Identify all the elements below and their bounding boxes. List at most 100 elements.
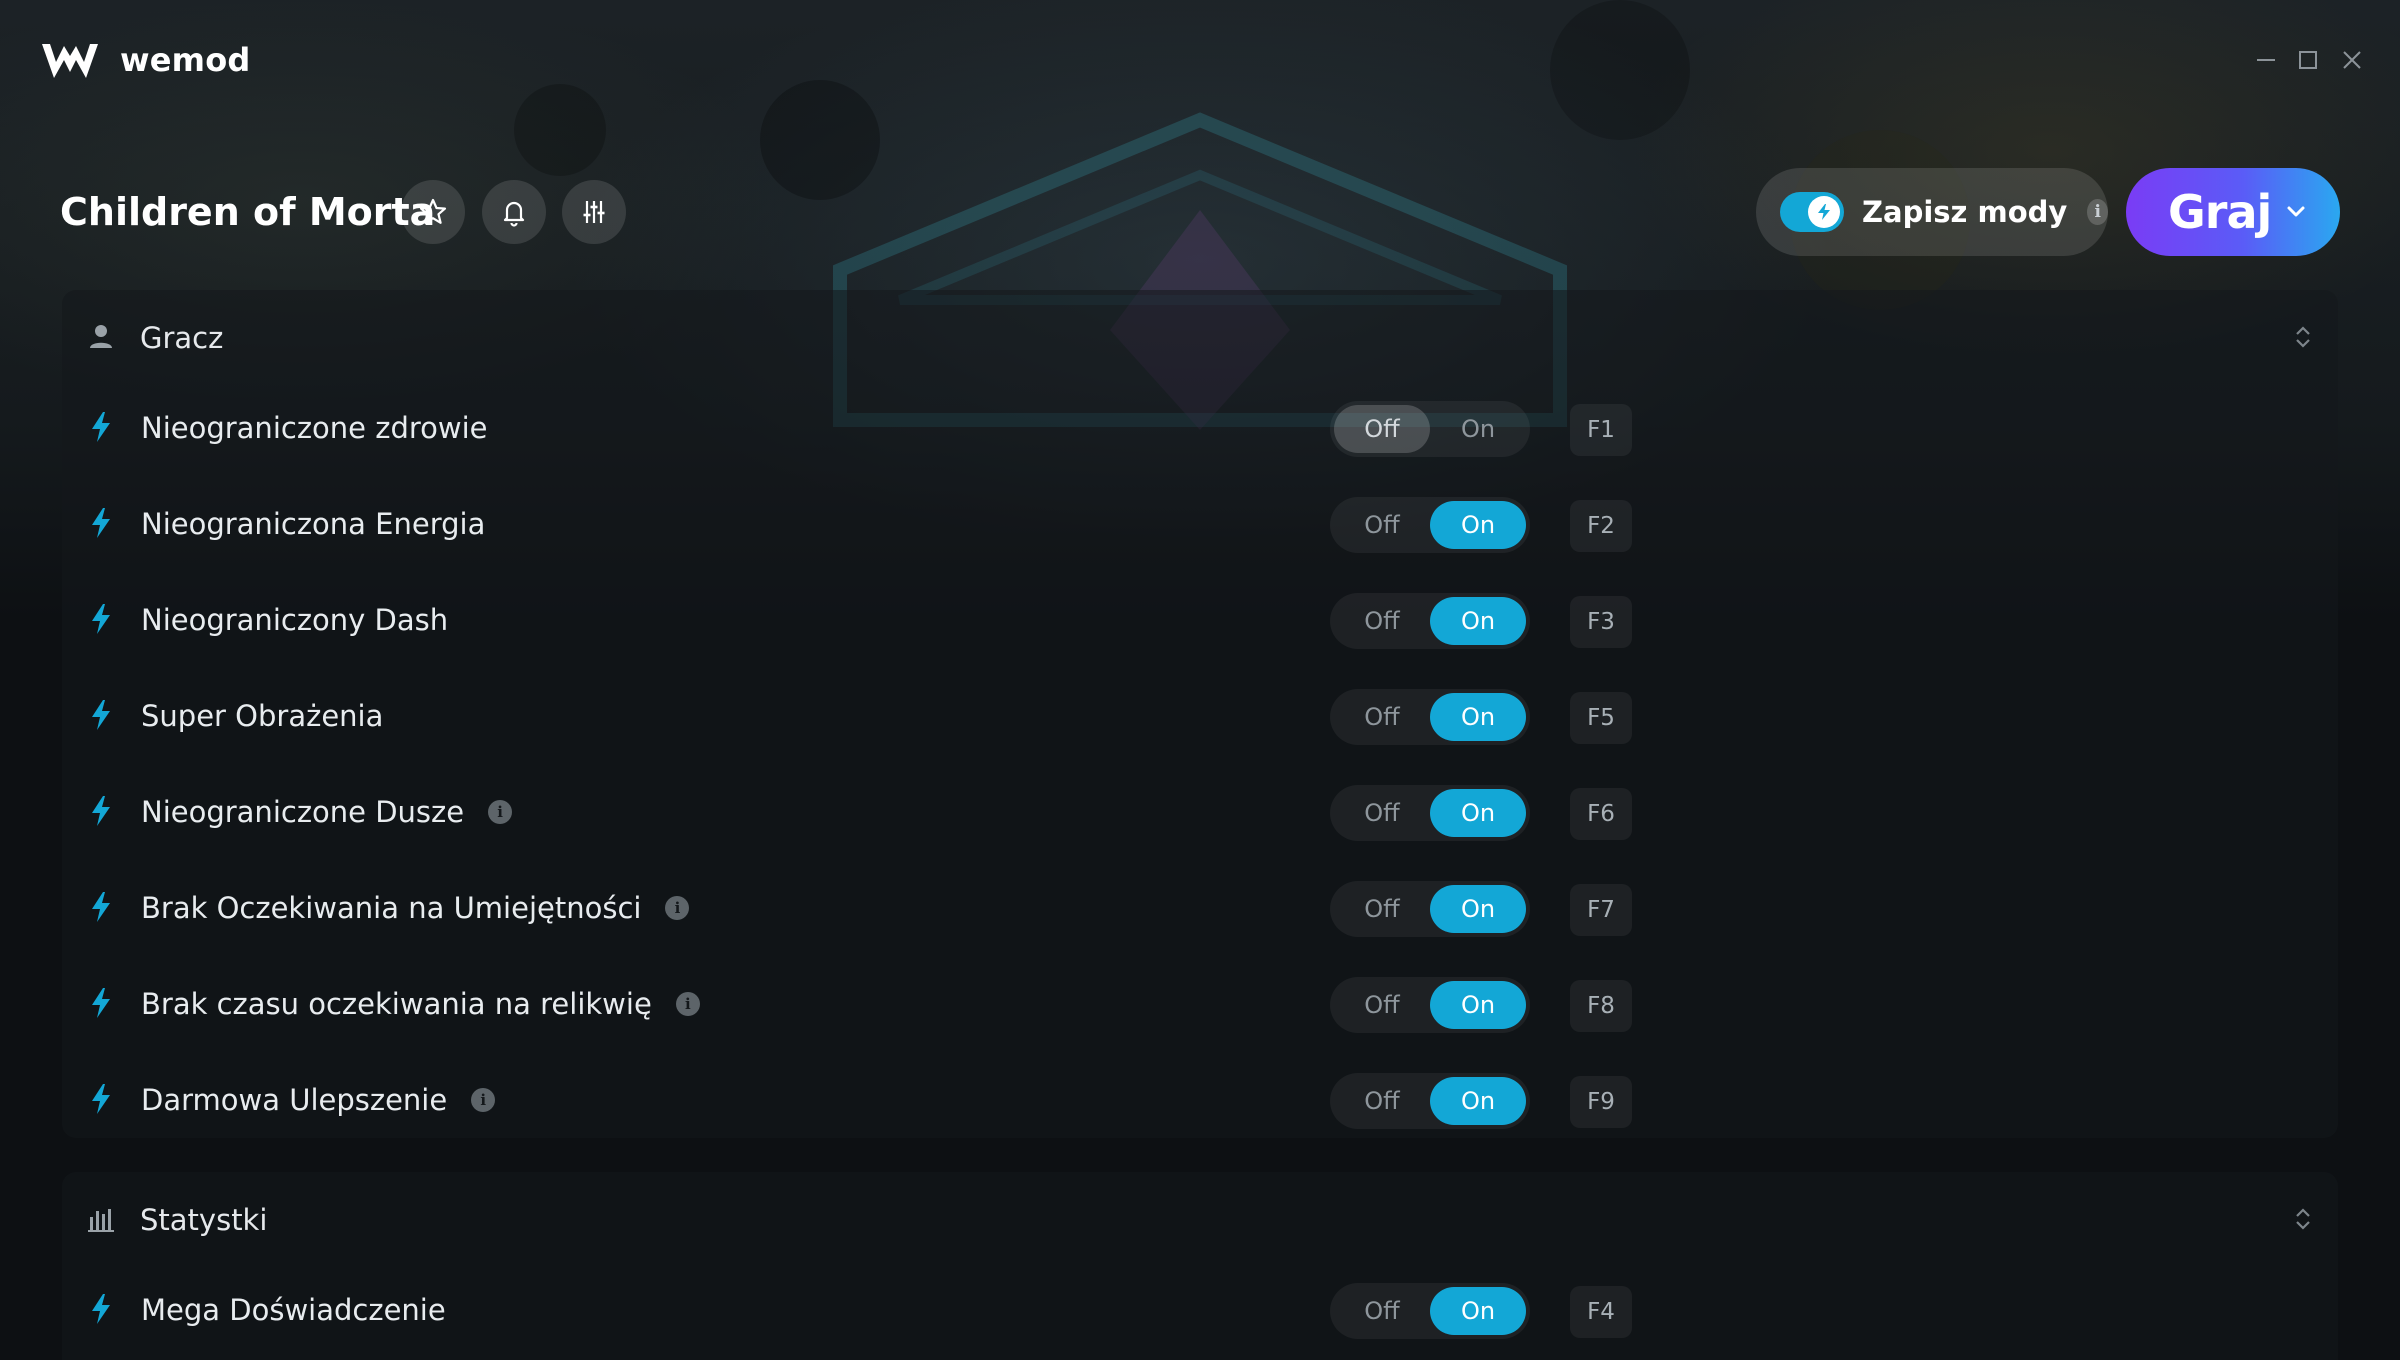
mod-name-wrap: Nieograniczona Energia <box>141 502 485 546</box>
toggle-on-button[interactable]: On <box>1430 597 1526 645</box>
section-header: Statystki <box>62 1172 2338 1268</box>
bolt-icon <box>92 1084 110 1114</box>
mod-name: Super Obrażenia <box>141 699 384 733</box>
person-icon <box>90 325 112 348</box>
hotkey-badge[interactable]: F3 <box>1570 596 1632 648</box>
mod-name: Nieograniczona Energia <box>141 507 486 541</box>
game-settings-button[interactable] <box>562 180 626 244</box>
mod-name-wrap: Mega Doświadczenie <box>141 1288 446 1332</box>
toggle-off-button[interactable]: Off <box>1334 981 1430 1029</box>
info-icon[interactable]: i <box>2087 199 2108 225</box>
mod-row: Nieograniczone zdrowie Off On F1 <box>62 380 2338 476</box>
title-bar: wemod <box>0 0 2400 120</box>
minimize-button[interactable] <box>2250 44 2282 76</box>
hotkey-badge[interactable]: F6 <box>1570 788 1632 840</box>
mod-row: Nieograniczona Energia Off On F2 <box>62 476 2338 572</box>
switch-knob <box>1808 196 1840 228</box>
mod-toggle: Off On <box>1330 977 1530 1033</box>
mod-toggle: Off On <box>1330 785 1530 841</box>
mod-toggle: Off On <box>1330 881 1530 937</box>
toggle-off-button[interactable]: Off <box>1334 597 1430 645</box>
toggle-on-button[interactable]: On <box>1430 405 1526 453</box>
mod-row: Brak Oczekiwania na Umiejętności i Off On F7 <box>62 860 2338 956</box>
toggle-on-button[interactable]: On <box>1430 501 1526 549</box>
mod-toggle: Off On <box>1330 401 1530 457</box>
play-button[interactable]: Graj <box>2126 168 2340 256</box>
bolt-icon <box>92 892 110 922</box>
section-title: Statystki <box>140 1203 268 1237</box>
collapse-icon[interactable] <box>2288 322 2318 352</box>
hotkey-badge[interactable]: F2 <box>1570 500 1632 552</box>
mod-name-wrap: Super Obrażenia <box>141 694 383 738</box>
mod-name: Darmowa Ulepszenie <box>141 1083 448 1117</box>
maximize-button[interactable] <box>2292 44 2324 76</box>
mod-toggle: Off On <box>1330 593 1530 649</box>
toggle-on-button[interactable]: On <box>1430 789 1526 837</box>
bell-icon <box>503 201 525 227</box>
mod-name: Brak Oczekiwania na Umiejętności <box>141 891 642 925</box>
hotkey-badge[interactable]: F7 <box>1570 884 1632 936</box>
section-header: Gracz <box>62 290 2338 386</box>
mod-row: Nieograniczony Dash Off On F3 <box>62 572 2338 668</box>
hotkey-badge[interactable]: F8 <box>1570 980 1632 1032</box>
toggle-off-button[interactable]: Off <box>1334 405 1430 453</box>
notifications-button[interactable] <box>482 180 546 244</box>
close-icon <box>2343 51 2361 69</box>
toggle-on-button[interactable]: On <box>1430 885 1526 933</box>
save-mods-switch[interactable] <box>1780 192 1844 232</box>
toggle-off-button[interactable]: Off <box>1334 885 1430 933</box>
mod-toggle: Off On <box>1330 497 1530 553</box>
hotkey-badge[interactable]: F4 <box>1570 1286 1632 1338</box>
mod-name-wrap: Nieograniczone Dusze i <box>141 790 513 834</box>
mod-name: Nieograniczone zdrowie <box>141 411 488 445</box>
toggle-on-button[interactable]: On <box>1430 693 1526 741</box>
mod-name-wrap: Nieograniczone zdrowie <box>141 406 488 450</box>
mod-row: Brak czasu oczekiwania na relikwię i Off On… <box>62 956 2338 1052</box>
mod-name-wrap: Brak Oczekiwania na Umiejętności i <box>141 886 690 930</box>
mod-name: Nieograniczone Dusze <box>141 795 465 829</box>
mod-toggle: Off On <box>1330 1283 1530 1339</box>
bolt-icon <box>92 508 110 538</box>
bolt-icon <box>92 604 110 634</box>
maximize-icon <box>2299 51 2317 69</box>
bolt-icon <box>92 988 110 1018</box>
save-mods-toggle[interactable]: Zapisz mody i <box>1756 168 2108 256</box>
hotkey-badge[interactable]: F9 <box>1570 1076 1632 1128</box>
toggle-off-button[interactable]: Off <box>1334 693 1430 741</box>
section-stats: Statystki Mega Doświadczenie Off On F4 <box>62 1172 2338 1360</box>
toggle-on-button[interactable]: On <box>1430 1287 1526 1335</box>
toggle-on-button[interactable]: On <box>1430 981 1526 1029</box>
toggle-off-button[interactable]: Off <box>1334 501 1430 549</box>
chevron-down-icon[interactable] <box>2282 198 2310 226</box>
mod-name: Nieograniczony Dash <box>141 603 449 637</box>
info-icon[interactable]: i <box>488 800 513 824</box>
brand-name: wemod <box>120 41 251 79</box>
mod-row: Super Obrażenia Off On F5 <box>62 668 2338 764</box>
section-title: Gracz <box>140 321 224 355</box>
mod-name: Brak czasu oczekiwania na relikwię <box>141 987 652 1021</box>
hotkey-badge[interactable]: F1 <box>1570 404 1632 456</box>
bolt-icon <box>92 700 110 730</box>
info-icon[interactable]: i <box>665 896 690 920</box>
bolt-icon <box>1818 204 1830 220</box>
close-button[interactable] <box>2336 44 2368 76</box>
info-icon[interactable]: i <box>675 992 700 1016</box>
star-icon <box>419 198 447 224</box>
play-label: Graj <box>2168 185 2272 239</box>
toggle-on-button[interactable]: On <box>1430 1077 1526 1125</box>
collapse-icon[interactable] <box>2288 1204 2318 1234</box>
bolt-icon <box>92 796 110 826</box>
game-title: Children of Morta <box>60 190 436 234</box>
toggle-off-button[interactable]: Off <box>1334 1287 1430 1335</box>
mod-toggle: Off On <box>1330 689 1530 745</box>
mod-name-wrap: Brak czasu oczekiwania na relikwię i <box>141 982 700 1026</box>
bar-chart-icon <box>88 1209 114 1232</box>
mod-name-wrap: Nieograniczony Dash <box>141 598 448 642</box>
toggle-off-button[interactable]: Off <box>1334 789 1430 837</box>
toggle-off-button[interactable]: Off <box>1334 1077 1430 1125</box>
favorite-button[interactable] <box>401 180 465 244</box>
minimize-icon <box>2257 59 2275 61</box>
hotkey-badge[interactable]: F5 <box>1570 692 1632 744</box>
info-icon[interactable]: i <box>471 1088 496 1112</box>
mod-name-wrap: Darmowa Ulepszenie i <box>141 1078 496 1122</box>
